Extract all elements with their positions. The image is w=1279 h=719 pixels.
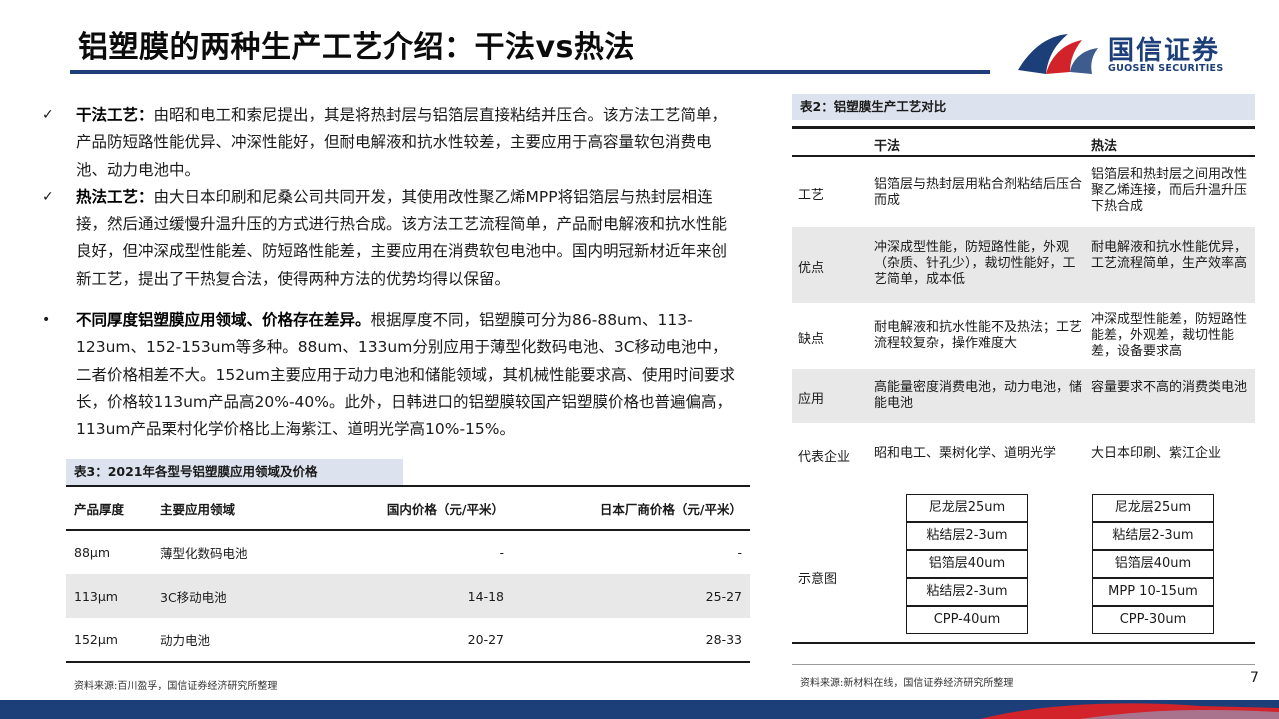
page-number: 7 — [1250, 670, 1259, 686]
table-cell: - — [499, 545, 504, 560]
table-header: 日本厂商价格（元/平米） — [512, 485, 750, 531]
layer-box: 尼龙层25um — [1092, 494, 1214, 522]
table-cell: 152μm — [66, 618, 152, 663]
row-label: 优点 — [798, 261, 825, 276]
bullet-heading: 干法工艺： — [76, 106, 154, 124]
table-header: 热法 — [1091, 139, 1118, 154]
table2-source: 资料来源:新材料在线，国信证券经济研究所整理 — [800, 678, 1014, 689]
table2-row-companies: 代表企业 昭和电工、栗树化学、道明光学 大日本印刷、紫江企业 — [792, 423, 1255, 485]
table-cell: 昭和电工、栗树化学、道明光学 — [874, 446, 1057, 461]
table-row: 88μm 薄型化数码电池 - - — [66, 530, 750, 574]
layer-box: 粘结层2-3um — [906, 522, 1028, 550]
company-logo: 国信证券 GUOSEN SECURITIES — [1016, 28, 1256, 80]
bullet-hot-process: ✓ 热法工艺：由大日本印刷和尼桑公司共同开发，其使用改性聚乙烯MPP将铝箔层与热… — [40, 184, 740, 293]
table-cell: 冲深成型性能差，防短路性能差，外观差，裁切性能差，设备要求高 — [1091, 312, 1248, 359]
bullet-text: 由昭和电工和索尼提出，其是将热封层与铝箔层直接粘结并压合。该方法工艺简单，产品防… — [76, 106, 728, 179]
row-label: 代表企业 — [798, 450, 851, 465]
table-cell: 88μm — [74, 545, 111, 560]
table-cell: 25-27 — [512, 574, 750, 618]
table-cell: 14-18 — [362, 574, 512, 618]
table-row: 152μm 动力电池 20-27 28-33 — [66, 618, 750, 663]
table2-row-pros: 优点 冲深成型性能，防短路性能，外观（杂质、针孔少），裁切性能好，工艺简单，成本… — [792, 227, 1255, 303]
dry-layer-diagram: 尼龙层25um 粘结层2-3um 铝箔层40um 粘结层2-3um CPP-40… — [906, 494, 1028, 634]
layer-box: 尼龙层25um — [906, 494, 1028, 522]
layer-box: 粘结层2-3um — [906, 578, 1028, 606]
logo-name-en: GUOSEN SECURITIES — [1108, 63, 1224, 74]
hot-layer-diagram: 尼龙层25um 粘结层2-3um 铝箔层40um MPP 10-15um CPP… — [1092, 494, 1214, 634]
layer-box: CPP-40um — [906, 606, 1028, 634]
table-header: 主要应用领域 — [152, 485, 362, 531]
row-label: 示意图 — [798, 572, 838, 587]
check-icon: ✓ — [42, 188, 54, 205]
table-cell: 铝箔层和热封层之间用改性聚乙烯连接，而后升温升压下热合成 — [1091, 167, 1248, 214]
table-cell: 动力电池 — [152, 618, 362, 663]
table-header: 干法 — [874, 139, 901, 154]
check-icon: ✓ — [42, 107, 54, 123]
table-cell: 铝箔层与热封层用粘合剂粘结后压合而成 — [874, 177, 1083, 208]
table2-row-application: 应用 高能量密度消费电池，动力电池，储能电池 容量要求不高的消费类电池 — [792, 369, 1255, 423]
row-label: 应用 — [798, 392, 825, 407]
bullet-heading: 不同厚度铝塑膜应用领域、价格存在差异。 — [76, 311, 371, 330]
table-cell: 耐电解液和抗水性能优异，工艺流程简单，生产效率高 — [1091, 240, 1248, 271]
table-header: 国内价格（元/平米） — [362, 485, 512, 531]
table-cell: - — [737, 545, 742, 560]
bullet-list: ✓ 干法工艺：由昭和电工和索尼提出，其是将热封层与铝箔层直接粘结并压合。该方法工… — [40, 102, 740, 444]
table3-title: 表3：2021年各型号铝塑膜应用领域及价格 — [66, 459, 403, 485]
table-cell: 高能量密度消费电池，动力电池，储能电池 — [874, 380, 1083, 411]
table-cell: 容量要求不高的消费类电池 — [1091, 380, 1248, 395]
table-header: 产品厚度 — [66, 485, 152, 531]
bullet-heading: 热法工艺： — [76, 187, 154, 206]
table-cell: 薄型化数码电池 — [160, 546, 248, 561]
layer-box: 粘结层2-3um — [1092, 522, 1214, 550]
price-table: 产品厚度 主要应用领域 国内价格（元/平米） 日本厂商价格（元/平米） 88μm… — [66, 485, 750, 663]
row-label: 工艺 — [798, 188, 825, 203]
table-cell: 28-33 — [512, 618, 750, 663]
footer-accent-icon — [980, 703, 1279, 719]
table3-source: 资料来源:百川盈孚，国信证券经济研究所整理 — [74, 681, 278, 692]
table-cell: 大日本印刷、紫江企业 — [1091, 446, 1222, 461]
table-cell: 耐电解液和抗水性能不及热法；工艺流程较复杂，操作难度大 — [874, 320, 1083, 351]
table2-header-row: 干法 热法 — [792, 129, 1255, 157]
row-label: 缺点 — [798, 332, 825, 347]
table-row: 113μm 3C移动电池 14-18 25-27 — [66, 574, 750, 618]
layer-box: 铝箔层40um — [906, 550, 1028, 578]
table2-bottom-rule — [792, 642, 1255, 644]
bullet-text: 根据厚度不同，铝塑膜可分为86-88um、113-123um、152-153um… — [76, 311, 736, 439]
title-divider — [70, 70, 990, 74]
layer-box: CPP-30um — [1092, 606, 1214, 634]
table-cell: 3C移动电池 — [152, 574, 362, 618]
table-cell: 113μm — [66, 574, 152, 618]
logo-emblem-icon — [1018, 34, 1098, 74]
table2-row-cons: 缺点 耐电解液和抗水性能不及热法；工艺流程较复杂，操作难度大 冲深成型性能差，防… — [792, 303, 1255, 369]
table-cell: 20-27 — [362, 618, 512, 663]
logo-name-cn: 国信证券 — [1108, 36, 1221, 66]
layer-box: MPP 10-15um — [1092, 578, 1214, 606]
source-divider — [792, 664, 1255, 665]
table-cell: 冲深成型性能，防短路性能，外观（杂质、针孔少），裁切性能好，工艺简单，成本低 — [874, 240, 1076, 287]
bullet-thickness: • 不同厚度铝塑膜应用领域、价格存在差异。根据厚度不同，铝塑膜可分为86-88u… — [40, 307, 740, 443]
bullet-dry-process: ✓ 干法工艺：由昭和电工和索尼提出，其是将热封层与铝箔层直接粘结并压合。该方法工… — [40, 102, 740, 184]
layer-box: 铝箔层40um — [1092, 550, 1214, 578]
dot-icon: • — [42, 312, 51, 329]
table2-row-process: 工艺 铝箔层与热封层用粘合剂粘结后压合而成 铝箔层和热封层之间用改性聚乙烯连接，… — [792, 159, 1255, 227]
table2-title: 表2：铝塑膜生产工艺对比 — [792, 94, 1255, 120]
bullet-text: 由大日本印刷和尼桑公司共同开发，其使用改性聚乙烯MPP将铝箔层与热封层相连接，然… — [76, 187, 728, 288]
page-title: 铝塑膜的两种生产工艺介绍：干法vs热法 — [78, 30, 635, 65]
